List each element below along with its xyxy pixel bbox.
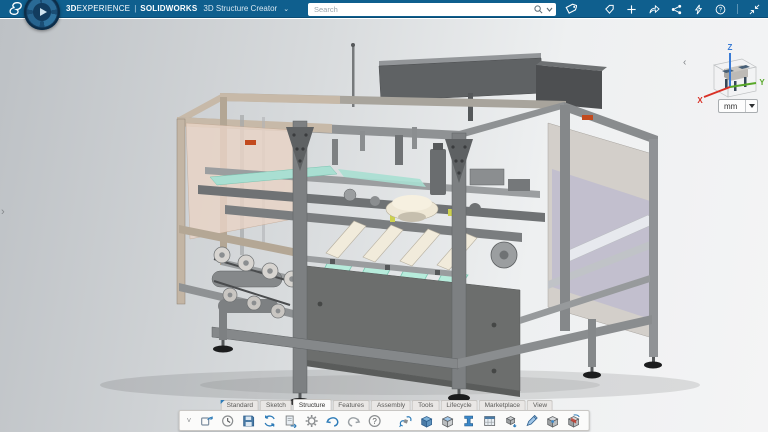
3ds-logo[interactable] bbox=[6, 1, 24, 17]
tab-sketch[interactable]: Sketch bbox=[260, 400, 292, 411]
tab-tools[interactable]: Tools bbox=[412, 400, 439, 411]
structure-beam-icon[interactable] bbox=[461, 413, 476, 428]
action-bar: Standard Sketch Structure Features Assem… bbox=[179, 399, 590, 432]
units-value: mm bbox=[719, 102, 745, 111]
share-arrow-icon[interactable] bbox=[648, 4, 660, 15]
help-icon[interactable]: ? bbox=[715, 4, 726, 15]
search-area bbox=[308, 3, 577, 16]
add-icon[interactable] bbox=[626, 4, 637, 15]
svg-text:?: ? bbox=[373, 416, 378, 425]
units-dropdown[interactable]: mm bbox=[718, 99, 758, 113]
topbar-action-icons: ? bbox=[604, 0, 760, 18]
brand-area: 3DEXPERIENCE | SOLIDWORKS 3D Structure C… bbox=[66, 4, 289, 13]
tab-view[interactable]: View bbox=[527, 400, 553, 411]
tab-marketplace[interactable]: Marketplace bbox=[479, 400, 526, 411]
toolbar-help-icon[interactable]: ? bbox=[367, 413, 382, 428]
search-box[interactable] bbox=[308, 3, 556, 16]
3d-viewport[interactable]: › ‹ bbox=[0, 19, 768, 432]
brand-text: 3DEXPERIENCE bbox=[66, 4, 130, 13]
action-bar-tabs: Standard Sketch Structure Features Assem… bbox=[221, 399, 590, 411]
whats-new-icon[interactable] bbox=[693, 4, 704, 15]
tab-structure[interactable]: Structure bbox=[293, 399, 331, 411]
axis-x-label: X bbox=[697, 96, 703, 105]
tab-assembly[interactable]: Assembly bbox=[371, 400, 411, 411]
app-title[interactable]: 3D Structure Creator bbox=[203, 4, 277, 13]
collaboration-icon[interactable] bbox=[671, 4, 682, 15]
tab-standard[interactable]: Standard bbox=[221, 400, 259, 411]
triad-collapse-icon[interactable]: ‹ bbox=[683, 57, 686, 68]
grid-panel-icon[interactable] bbox=[482, 413, 497, 428]
route-3d-icon[interactable] bbox=[398, 413, 413, 428]
brand-divider: | bbox=[134, 4, 136, 13]
section-cube-icon[interactable] bbox=[566, 413, 581, 428]
tag-filter-icon[interactable] bbox=[565, 3, 577, 15]
redo-icon[interactable] bbox=[346, 413, 361, 428]
cube-icon[interactable] bbox=[545, 413, 560, 428]
axis-z-label: Z bbox=[728, 43, 733, 52]
tab-features[interactable]: Features bbox=[332, 400, 370, 411]
play-icon bbox=[40, 8, 47, 16]
application-window: 3DEXPERIENCE | SOLIDWORKS 3D Structure C… bbox=[0, 0, 768, 432]
action-bar-icons: ˅ bbox=[179, 410, 590, 431]
app-chevron-down-icon[interactable]: ⌄ bbox=[283, 5, 289, 13]
publish-part-icon[interactable] bbox=[503, 413, 518, 428]
tab-marker bbox=[221, 400, 225, 404]
cad-model-machine[interactable] bbox=[0, 19, 768, 432]
units-dropdown-arrow[interactable] bbox=[745, 100, 757, 112]
primitive-box-icon[interactable] bbox=[419, 413, 434, 428]
axis-y-label: Y bbox=[759, 78, 765, 87]
search-chevron-down-icon[interactable] bbox=[546, 7, 553, 12]
top-bar: 3DEXPERIENCE | SOLIDWORKS 3D Structure C… bbox=[0, 0, 768, 18]
history-icon[interactable] bbox=[220, 413, 235, 428]
brand-solidworks: SOLIDWORKS bbox=[140, 4, 197, 13]
left-panel-expander-icon[interactable]: › bbox=[1, 207, 5, 218]
save-icon[interactable] bbox=[241, 413, 256, 428]
topbar-divider bbox=[737, 4, 738, 14]
update-sync-icon[interactable] bbox=[262, 413, 277, 428]
toolbar-collapse-icon[interactable]: ˅ bbox=[187, 416, 192, 425]
undo-icon[interactable] bbox=[325, 413, 340, 428]
bookmark-tag-icon[interactable] bbox=[604, 4, 615, 15]
extrude-face-icon[interactable] bbox=[440, 413, 455, 428]
tab-lifecycle[interactable]: Lifecycle bbox=[440, 400, 477, 411]
compass-hub bbox=[33, 3, 51, 21]
minimize-panel-icon[interactable] bbox=[749, 4, 760, 15]
settings-gear-icon[interactable] bbox=[304, 413, 319, 428]
share-icon[interactable] bbox=[199, 413, 214, 428]
chamfer-pencil-icon[interactable] bbox=[524, 413, 539, 428]
search-icon[interactable] bbox=[534, 5, 543, 14]
export-doc-icon[interactable] bbox=[283, 413, 298, 428]
search-input[interactable] bbox=[314, 5, 531, 14]
svg-text:?: ? bbox=[719, 6, 723, 13]
